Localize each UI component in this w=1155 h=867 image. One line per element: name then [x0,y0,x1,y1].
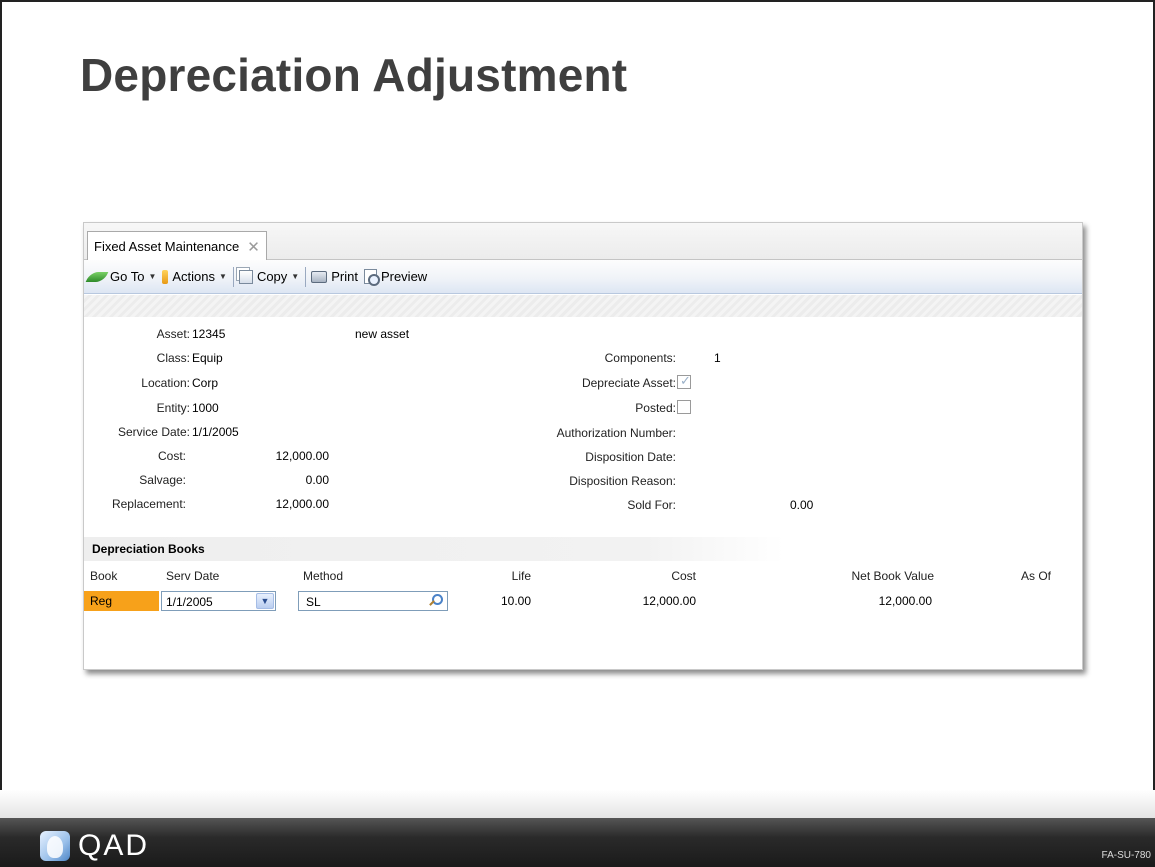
components-label: Components: [604,351,676,365]
print-label: Print [331,269,358,284]
components-value[interactable]: 1 [714,351,721,365]
close-icon[interactable]: ✕ [247,238,260,256]
column-header-method[interactable]: Method [303,569,343,583]
posted-checkbox[interactable] [677,400,691,414]
header-strip [84,295,1082,317]
actions-label: Actions [172,269,216,284]
replacement-value[interactable]: 12,000.00 [234,497,329,511]
print-button[interactable]: Print [311,269,358,284]
chevron-down-icon: ▼ [148,272,157,281]
preview-button[interactable]: Preview [363,269,428,286]
toolbar-separator [305,266,307,287]
entity-label: Entity: [156,401,190,415]
goto-arrow-icon [85,271,109,282]
as-of-cell[interactable] [984,591,1051,611]
asset-description[interactable]: new asset [355,327,409,341]
salvage-label: Salvage: [139,473,186,487]
qad-logo-icon [40,831,70,861]
method-value: SL [306,595,321,609]
column-header-cost[interactable]: Cost [604,569,696,583]
posted-label: Posted: [635,401,676,415]
salvage-value[interactable]: 0.00 [234,473,329,487]
toolbar-separator [232,266,234,287]
authorization-number-label: Authorization Number: [556,426,676,440]
class-label: Class: [156,351,190,365]
tab-fixed-asset-maintenance[interactable]: Fixed Asset Maintenance ✕ [87,231,267,261]
replacement-label: Replacement: [111,497,186,511]
cost-cell[interactable]: 12,000.00 [604,591,696,611]
actions-button[interactable]: Actions ▼ [162,269,227,284]
class-value[interactable]: Equip [192,351,223,365]
depreciate-asset-checkbox[interactable] [677,373,691,389]
footer-bar [0,818,1155,867]
tab-label: Fixed Asset Maintenance [94,239,240,254]
chevron-down-icon[interactable]: ▼ [256,593,274,609]
chevron-down-icon: ▼ [291,272,300,281]
depreciate-asset-label: Depreciate Asset: [581,376,676,390]
sold-for-value[interactable]: 0.00 [790,498,813,512]
entity-value[interactable]: 1000 [192,401,219,415]
qad-logo-text: QAD [78,829,150,862]
column-header-as-of[interactable]: As Of [984,569,1051,583]
preview-label: Preview [380,269,428,284]
net-book-value-cell[interactable]: 12,000.00 [814,591,932,611]
actions-icon [162,269,169,284]
serv-date-dropdown[interactable]: 1/1/2005 ▼ [161,591,276,611]
serv-date-value: 1/1/2005 [166,595,213,609]
goto-button[interactable]: Go To ▼ [85,269,157,284]
location-value[interactable]: Corp [192,376,218,390]
asset-value[interactable]: 12345 [192,327,225,341]
location-label: Location: [141,376,190,390]
sold-for-label: Sold For: [627,498,676,512]
life-cell[interactable]: 10.00 [484,591,531,611]
preview-icon [363,269,380,286]
cost-value[interactable]: 12,000.00 [234,449,329,463]
column-header-life[interactable]: Life [484,569,531,583]
copy-icon [238,269,253,284]
toolbar: Go To ▼ Actions ▼ Copy ▼ Print Preview [84,260,1082,294]
method-lookup-field[interactable]: SL [298,591,448,611]
copy-label: Copy [256,269,288,284]
goto-label: Go To [110,269,145,284]
cost-label: Cost: [157,449,186,463]
fixed-asset-window: Fixed Asset Maintenance ✕ Go To ▼ Action… [83,222,1083,670]
printer-icon [311,270,328,283]
search-icon[interactable] [429,594,443,606]
chevron-down-icon: ▼ [219,272,227,281]
copy-button[interactable]: Copy ▼ [238,269,300,284]
service-date-value[interactable]: 1/1/2005 [192,425,239,439]
book-cell[interactable]: Reg [84,591,159,611]
page-code: FA-SU-780 [1101,850,1151,861]
depreciation-books-heading: Depreciation Books [84,537,784,561]
service-date-label: Service Date: [117,425,190,439]
asset-label: Asset: [156,327,190,341]
tab-bar: Fixed Asset Maintenance ✕ [84,223,1082,261]
column-header-serv-date[interactable]: Serv Date [166,569,219,583]
footer-fade [0,790,1155,818]
slide-title: Depreciation Adjustment [80,49,628,101]
column-header-net-book-value[interactable]: Net Book Value [814,569,935,583]
qad-logo: QAD [40,829,149,863]
disposition-reason-label: Disposition Reason: [569,474,676,488]
disposition-date-label: Disposition Date: [585,450,676,464]
column-header-book[interactable]: Book [90,569,117,583]
